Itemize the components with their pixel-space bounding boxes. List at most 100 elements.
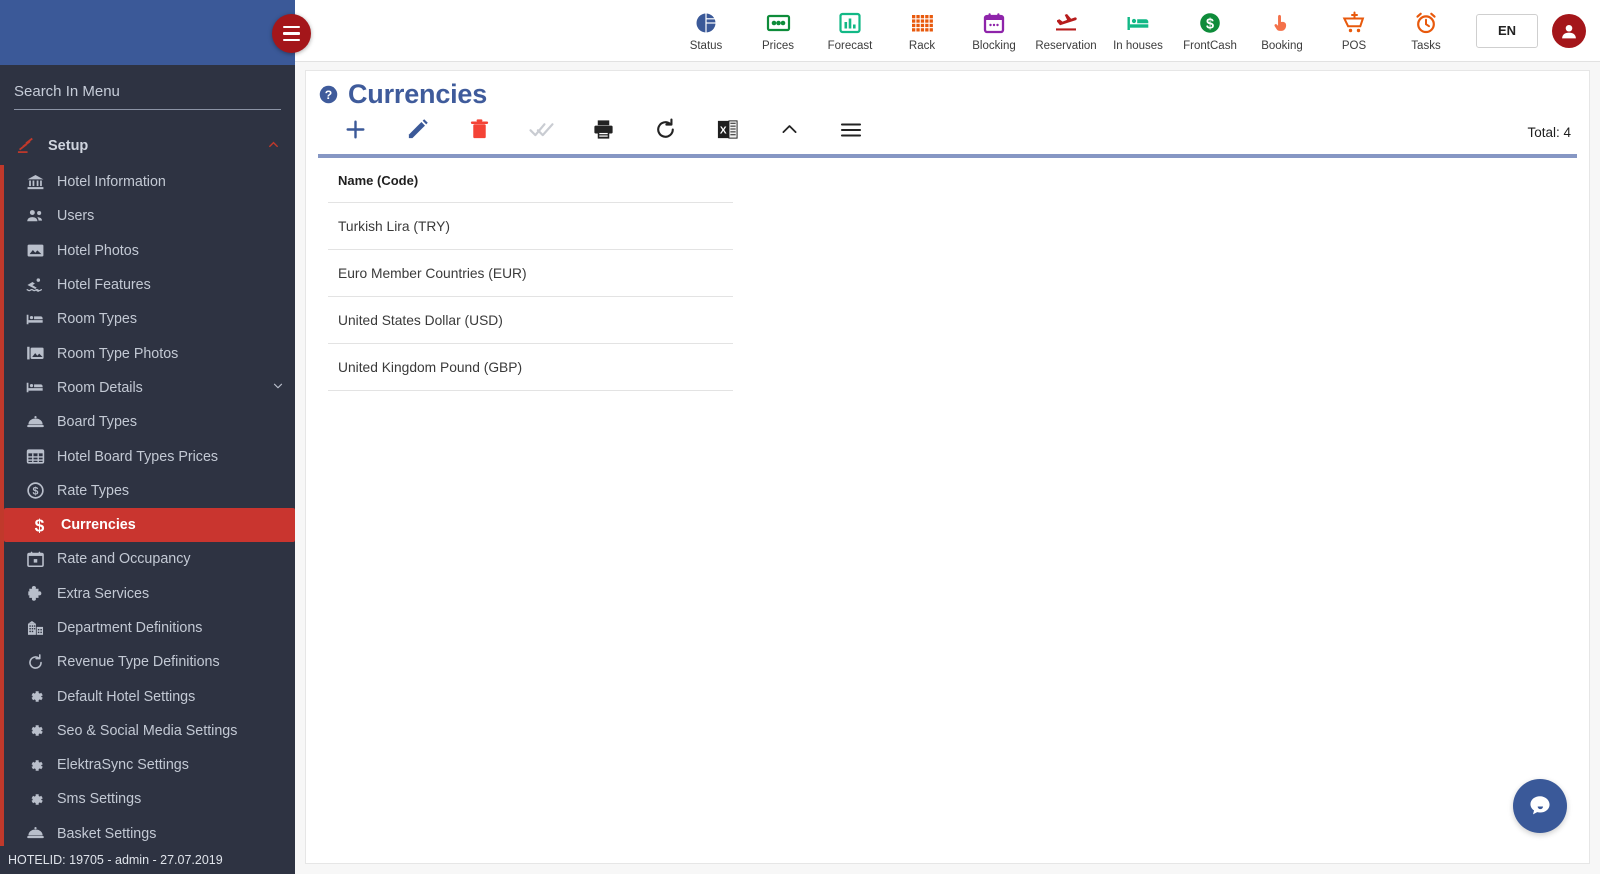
nav-item-label: Tasks — [1411, 39, 1441, 52]
sidebar-item-revenue-type-definitions[interactable]: Revenue Type Definitions — [0, 645, 295, 679]
nav-item-frontcash[interactable]: $ FrontCash — [1174, 2, 1246, 60]
bed-icon — [1125, 10, 1151, 36]
user-circle-icon — [1562, 24, 1576, 38]
sidebar-item-label: Hotel Information — [57, 174, 166, 191]
menu-toggle-button[interactable] — [272, 14, 311, 53]
table-row[interactable]: United States Dollar (USD) — [328, 297, 733, 344]
approve-button[interactable] — [510, 113, 572, 151]
nav-item-label: Booking — [1261, 39, 1303, 52]
svg-text:$: $ — [34, 516, 44, 535]
calendar-icon — [982, 10, 1006, 36]
sidebar-item-rate-types[interactable]: $ Rate Types — [0, 474, 295, 508]
sidebar-item-board-types[interactable]: Board Types — [0, 405, 295, 439]
sidebar-item-room-type-photos[interactable]: Room Type Photos — [0, 336, 295, 370]
sidebar-item-label: Department Definitions — [57, 620, 203, 636]
sidebar-item-label: Board Types — [57, 414, 138, 431]
sidebar-item-hotel-features[interactable]: Hotel Features — [0, 268, 295, 302]
language-selector[interactable]: EN — [1476, 13, 1538, 48]
sidebar-item-room-types[interactable]: Room Types — [0, 302, 295, 336]
tray-icon — [22, 413, 48, 432]
delete-button[interactable] — [448, 113, 510, 151]
avatar[interactable] — [1552, 13, 1586, 48]
nav-item-rack[interactable]: Rack — [886, 2, 958, 60]
search-input[interactable] — [14, 79, 281, 110]
sidebar-item-users[interactable]: Users — [0, 199, 295, 233]
column-header-name[interactable]: Name (Code) — [328, 173, 418, 188]
data-table: Name (Code) Turkish Lira (TRY) Euro Membe… — [306, 158, 1136, 391]
sidebar-item-label: Extra Services — [57, 585, 150, 602]
excel-icon: X — [716, 118, 739, 146]
table-icon — [22, 447, 48, 466]
svg-text:$: $ — [1206, 16, 1214, 32]
question-circle-icon[interactable]: ? — [318, 84, 339, 105]
sidebar-item-room-details[interactable]: Room Details — [0, 371, 295, 405]
chevron-down-icon[interactable] — [271, 379, 285, 396]
sidebar-item-hotel-board-types-prices[interactable]: Hotel Board Types Prices — [0, 439, 295, 473]
chat-widget-button[interactable] — [1513, 779, 1567, 833]
excel-button[interactable]: X — [696, 113, 758, 151]
pencil-icon — [406, 118, 429, 146]
nav-item-label: Status — [689, 39, 723, 52]
print-button[interactable] — [572, 113, 634, 151]
status-bar: HOTELID: 19705 - admin - 27.07.2019 — [0, 846, 295, 874]
chevron-up-icon — [779, 119, 800, 145]
sidebar-item-elektrasync-settings[interactable]: ElektraSync Settings — [0, 748, 295, 782]
tray-icon — [22, 824, 48, 843]
bank-icon — [22, 173, 48, 192]
sidebar-item-default-hotel-settings[interactable]: Default Hotel Settings — [0, 679, 295, 713]
nav-item-reservation[interactable]: Reservation — [1030, 2, 1102, 60]
add-button[interactable] — [324, 113, 386, 151]
cart-plus-icon — [1342, 10, 1367, 36]
collapse-button[interactable] — [758, 113, 820, 151]
sidebar-item-currencies[interactable]: $ Currencies — [4, 507, 295, 543]
nav-item-blocking[interactable]: Blocking — [958, 2, 1030, 60]
table-row[interactable]: Euro Member Countries (EUR) — [328, 250, 733, 297]
sidebar-item-extra-services[interactable]: Extra Services — [0, 577, 295, 611]
sidebar-item-rate-and-occupancy[interactable]: Rate and Occupancy — [0, 542, 295, 576]
page-title: ? Currencies — [306, 71, 1589, 110]
table-row[interactable]: Turkish Lira (TRY) — [328, 203, 733, 250]
nav-item-tasks[interactable]: Tasks — [1390, 2, 1462, 60]
edit-button[interactable] — [386, 113, 448, 151]
nav-item-forecast[interactable]: Forecast — [814, 2, 886, 60]
sidebar-item-label: Currencies — [61, 517, 136, 534]
nav-item-label: POS — [1341, 39, 1367, 52]
sidebar-item-hotel-information[interactable]: Hotel Information — [0, 165, 295, 199]
nav-item-pos[interactable]: POS — [1318, 2, 1390, 60]
nav-item-in-houses[interactable]: In houses — [1102, 2, 1174, 60]
sidebar-item-label: Hotel Features — [57, 277, 151, 294]
menu-button[interactable] — [820, 113, 882, 151]
cell-name-code: Euro Member Countries (EUR) — [338, 265, 527, 281]
sidebar-item-label: Sms Settings — [57, 791, 142, 808]
nav-item-status[interactable]: Status — [670, 2, 742, 60]
bar-chart-icon — [838, 10, 862, 36]
refresh-button[interactable] — [634, 113, 696, 151]
sidebar-item-label: Room Type Photos — [57, 345, 179, 362]
top-navigation: Status Prices Forecast Rack Blocking Reservat… — [295, 0, 1600, 62]
table-row[interactable]: United Kingdom Pound (GBP) — [328, 344, 733, 391]
sidebar-item-label: Users — [57, 208, 95, 225]
images-icon — [22, 344, 48, 363]
printer-icon — [592, 118, 615, 146]
sidebar-item-label: Default Hotel Settings — [57, 688, 196, 705]
trash-icon — [468, 118, 491, 146]
gear-icon — [22, 721, 48, 740]
sidebar-group-setup[interactable]: Setup — [0, 127, 295, 165]
nav-item-booking[interactable]: Booking — [1246, 2, 1318, 60]
svg-text:?: ? — [325, 88, 332, 102]
chevron-up-icon[interactable] — [266, 137, 281, 155]
sidebar-item-seo-social-media-settings[interactable]: Seo & Social Media Settings — [0, 714, 295, 748]
plus-icon — [343, 117, 368, 147]
nav-item-prices[interactable]: Prices — [742, 2, 814, 60]
gear-icon — [22, 756, 48, 775]
puzzle-icon — [22, 584, 48, 603]
sidebar-item-hotel-photos[interactable]: Hotel Photos — [0, 234, 295, 268]
sidebar-item-department-definitions[interactable]: Department Definitions — [0, 611, 295, 645]
nav-item-label: Rack — [908, 39, 936, 52]
sidebar-item-label: Hotel Photos — [57, 242, 139, 259]
nav-item-label: Forecast — [827, 39, 873, 52]
sidebar-item-sms-settings[interactable]: Sms Settings — [0, 782, 295, 816]
sidebar-item-label: Seo & Social Media Settings — [57, 722, 238, 739]
tools-icon — [16, 136, 42, 157]
gear-icon — [22, 687, 48, 706]
